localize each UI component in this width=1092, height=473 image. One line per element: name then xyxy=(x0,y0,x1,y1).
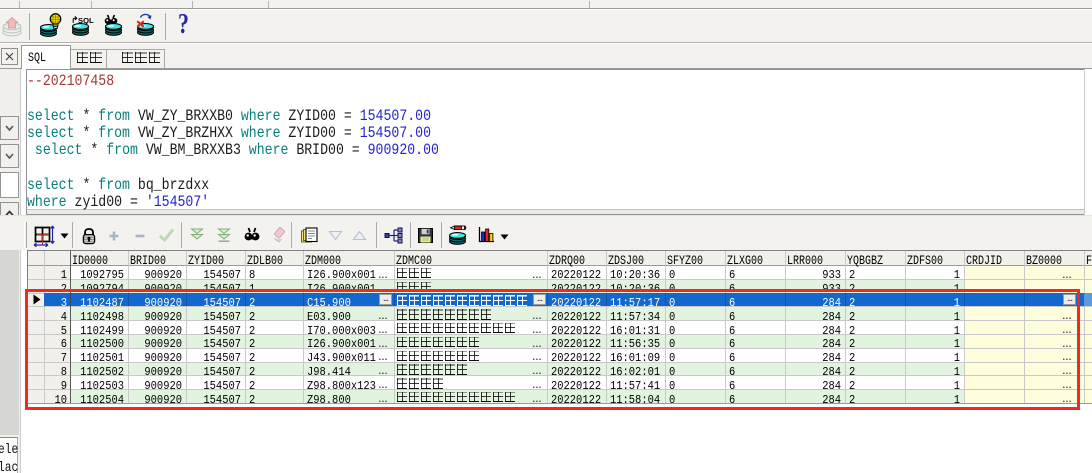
svg-text:SQL: SQL xyxy=(78,16,94,24)
